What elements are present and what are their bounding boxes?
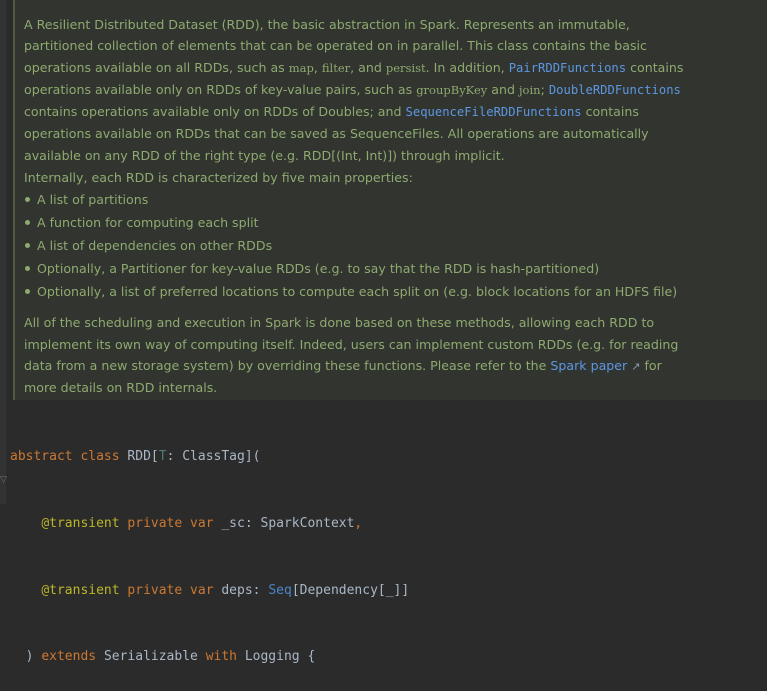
- scaladoc-rendered-block: A Resilient Distributed Dataset (RDD), t…: [13, 0, 767, 400]
- inline-code-groupbykey: groupByKey: [416, 82, 488, 97]
- list-item: A function for computing each split: [24, 211, 694, 234]
- class-name: RDD: [127, 449, 151, 465]
- doc-paragraph-scheduling: All of the scheduling and execution in S…: [24, 315, 679, 396]
- link-doublerddfunctions[interactable]: DoubleRDDFunctions: [549, 83, 681, 97]
- doc-paragraph-properties: Internally, each RDD is characterized by…: [24, 170, 413, 185]
- inline-code-map: map: [288, 60, 314, 75]
- code-line-2: @transient private var _sc: SparkContext…: [41, 516, 363, 531]
- link-pairrddfunctions[interactable]: PairRDDFunctions: [509, 61, 626, 75]
- code-line-3: @transient private var deps: Seq[Depende…: [41, 582, 410, 598]
- fold-marker-icon[interactable]: ▽: [0, 473, 7, 487]
- list-item: A list of dependencies on other RDDs: [24, 234, 694, 257]
- code-editor[interactable]: abstract class RDD[T: ClassTag]( @transi…: [10, 402, 750, 691]
- list-item: A list of partitions: [24, 188, 694, 211]
- inline-code-join: join: [518, 82, 541, 97]
- link-spark-paper[interactable]: Spark paper: [550, 358, 627, 373]
- list-item: Optionally, a list of preferred location…: [24, 280, 694, 303]
- code-line-4: ) extends Serializable with Logging {: [25, 649, 316, 665]
- properties-list: A list of partitions A function for comp…: [24, 188, 694, 303]
- editor-gutter: [0, 0, 6, 504]
- inline-code-persist: persist: [385, 60, 426, 75]
- link-sequencefilerddfunctions[interactable]: SequenceFileRDDFunctions: [406, 105, 582, 119]
- code-line-1: abstract class RDD[T: ClassTag](: [10, 449, 261, 465]
- doc-paragraph-intro: A Resilient Distributed Dataset (RDD), t…: [24, 17, 684, 163]
- inline-code-filter: filter: [321, 60, 351, 75]
- list-item: Optionally, a Partitioner for key-value …: [24, 257, 694, 280]
